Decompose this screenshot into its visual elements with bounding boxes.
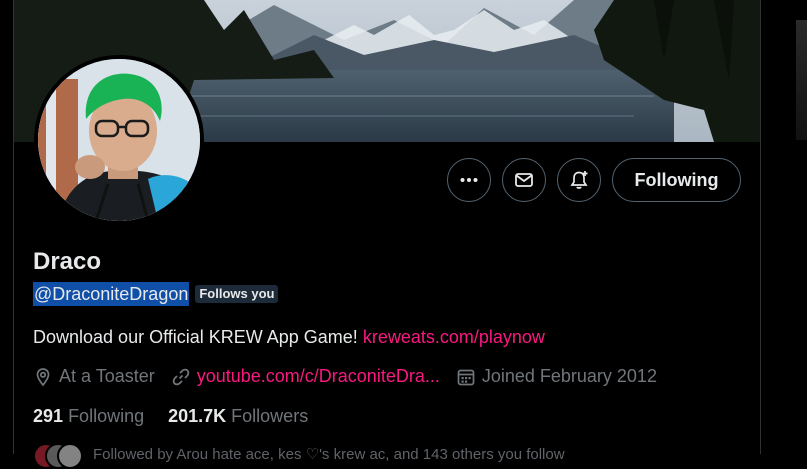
location-item: At a Toaster: [33, 366, 155, 387]
avatar-photo: [38, 59, 200, 221]
bio-link[interactable]: kreweats.com/playnow: [363, 327, 545, 347]
bell-plus-icon: [570, 171, 588, 189]
profile-name: Draco: [33, 248, 102, 275]
joined-item: Joined February 2012: [456, 366, 657, 387]
following-label: Following: [68, 406, 145, 426]
right-gutter: [762, 0, 807, 454]
message-button[interactable]: [502, 158, 546, 202]
following-button[interactable]: Following: [612, 158, 741, 202]
bio-text: Download our Official KREW App Game!: [33, 327, 358, 347]
followed-by-text: Followed by Arou hate ace, kes ♡'s krew …: [93, 446, 565, 463]
followers-count: 201.7K: [168, 406, 227, 426]
following-count: 291: [33, 406, 64, 426]
envelope-icon: [515, 173, 533, 187]
calendar-icon: [456, 367, 476, 387]
right-panel-edge: [796, 20, 807, 140]
profile-bio: Download our Official KREW App Game! kre…: [33, 327, 545, 348]
follower-avatar: [57, 443, 83, 469]
notifications-button[interactable]: [557, 158, 601, 202]
more-horizontal-icon: [460, 178, 478, 182]
profile-handle[interactable]: @DraconiteDragon: [33, 282, 190, 306]
followers-link[interactable]: 201.7K Followers: [168, 406, 308, 426]
handle-row: @DraconiteDragon Follows you: [33, 282, 279, 306]
left-gutter: [0, 0, 13, 454]
location-text: At a Toaster: [59, 366, 155, 386]
more-options-button[interactable]: [447, 158, 491, 202]
joined-text: Joined February 2012: [481, 366, 657, 386]
follow-counts: 291 Following 201.7K Followers: [33, 406, 308, 427]
followers-label: Followers: [231, 406, 309, 426]
website-item: youtube.com/c/DraconiteDra...: [171, 366, 440, 387]
profile-meta: At a Toaster youtube.com/c/DraconiteDra.…: [33, 366, 673, 387]
link-icon: [171, 367, 191, 387]
location-pin-icon: [33, 367, 53, 387]
followed-by-row[interactable]: Followed by Arou hate ace, kes ♡'s krew …: [33, 443, 565, 469]
follows-you-badge: Follows you: [195, 285, 279, 303]
follower-avatars: [33, 443, 83, 469]
website-link[interactable]: youtube.com/c/DraconiteDra...: [197, 366, 440, 387]
profile-avatar[interactable]: [34, 55, 204, 225]
following-link[interactable]: 291 Following: [33, 406, 144, 426]
